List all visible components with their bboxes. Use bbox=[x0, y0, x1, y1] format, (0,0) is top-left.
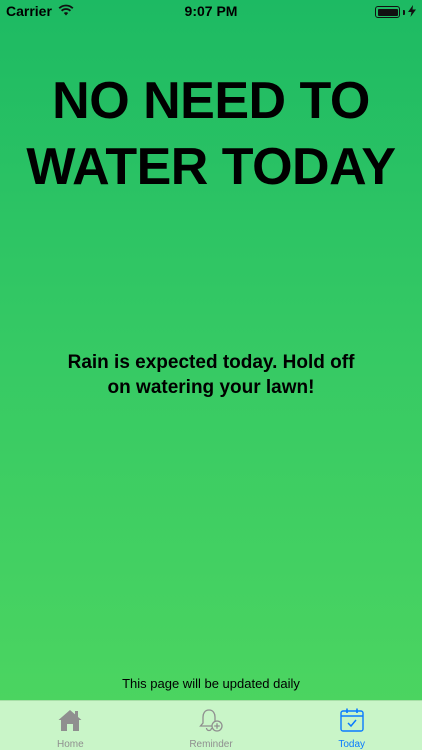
calendar-check-icon bbox=[338, 706, 366, 734]
tab-reminder-label: Reminder bbox=[189, 739, 233, 750]
tab-today-label: Today bbox=[338, 739, 366, 750]
status-time: 9:07 PM bbox=[184, 3, 238, 19]
bell-plus-icon bbox=[197, 706, 225, 734]
status-right bbox=[375, 4, 416, 20]
home-icon bbox=[56, 706, 84, 734]
battery-icon bbox=[375, 6, 400, 18]
weather-message: Rain is expected today. Hold off on wate… bbox=[67, 352, 355, 398]
headline-line-1: NO NEED TO bbox=[52, 72, 370, 130]
charging-bolt-icon bbox=[408, 4, 416, 20]
tab-today[interactable]: Today bbox=[281, 701, 422, 750]
update-note: This page will be updated daily bbox=[122, 676, 300, 691]
tab-bar: Home Reminder Today bbox=[0, 700, 422, 750]
tab-home-label: Home bbox=[56, 739, 84, 750]
tab-home[interactable]: Home bbox=[0, 701, 141, 750]
status-bar: Carrier 9:07 PM bbox=[0, 0, 422, 22]
headline-line-2: WATER TODAY bbox=[26, 138, 396, 196]
headline: NO NEED TO WATER TODAY bbox=[0, 68, 422, 200]
battery-tip bbox=[403, 9, 405, 15]
tab-reminder[interactable]: Reminder bbox=[141, 701, 282, 750]
